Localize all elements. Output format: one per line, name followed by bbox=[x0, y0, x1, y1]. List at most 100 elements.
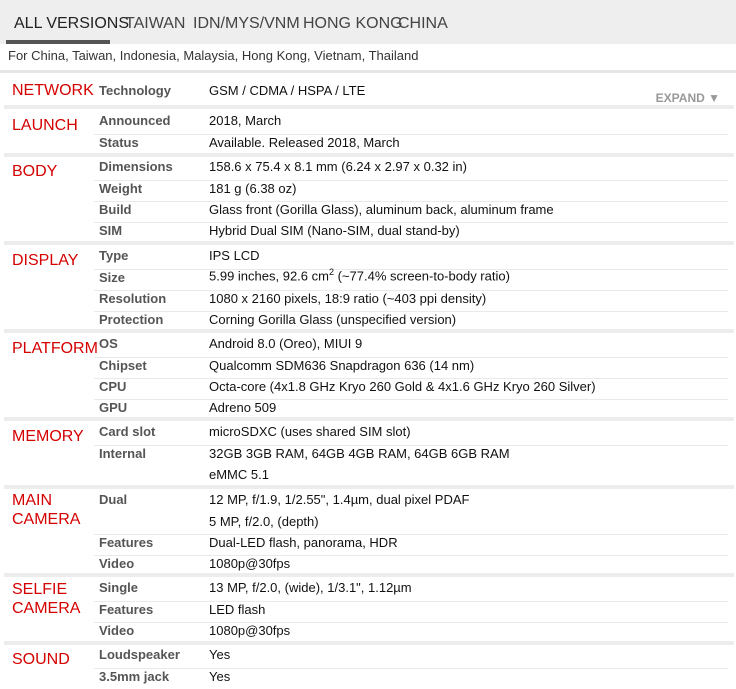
section-main-camera: MAIN CAMERA Dual 12 MP, f/1.9, 1/2.55", 1… bbox=[4, 485, 734, 574]
spec-value: 12 MP, f/1.9, 1/2.55", 1.4µm, dual pixel… bbox=[209, 492, 470, 507]
spec-value: 5.99 inches, 92.6 cm2 (~77.4% screen-to-… bbox=[209, 267, 510, 284]
spec-label: Features bbox=[99, 535, 154, 550]
spec-row: Build Glass front (Gorilla Glass), alumi… bbox=[4, 201, 734, 222]
active-tab-indicator bbox=[6, 40, 110, 44]
spec-label: GPU bbox=[99, 400, 128, 415]
spec-row: Card slot microSDXC (uses shared SIM slo… bbox=[4, 424, 734, 445]
spec-label: Dual bbox=[99, 492, 128, 507]
spec-value: Glass front (Gorilla Glass), aluminum ba… bbox=[209, 202, 554, 217]
spec-value: microSDXC (uses shared SIM slot) bbox=[209, 424, 411, 439]
spec-value: 2018, March bbox=[209, 113, 282, 128]
section-title: NETWORK bbox=[12, 82, 94, 99]
section-sound: SOUND Loudspeaker Yes 3.5mm jack Yes bbox=[4, 641, 734, 689]
section-divider bbox=[4, 241, 734, 245]
spec-value: 1080 x 2160 pixels, 18:9 ratio (~403 ppi… bbox=[209, 291, 487, 306]
spec-label: CPU bbox=[99, 379, 127, 394]
spec-row: Video 1080p@30fps bbox=[4, 622, 734, 643]
expand-button[interactable]: EXPAND ▼ bbox=[656, 91, 720, 105]
row-divider bbox=[94, 534, 728, 535]
spec-row: Dual 12 MP, f/1.9, 1/2.55", 1.4µm, dual … bbox=[4, 492, 734, 513]
section-divider bbox=[4, 105, 734, 109]
spec-value: Qualcomm SDM636 Snapdragon 636 (14 nm) bbox=[209, 358, 475, 373]
spec-row: Status Available. Released 2018, March bbox=[4, 134, 734, 155]
spec-label: Status bbox=[99, 135, 139, 150]
tab-idn-mys-vnm[interactable]: IDN/MYS/VNM bbox=[193, 15, 300, 33]
region-note: For China, Taiwan, Indonesia, Malaysia, … bbox=[8, 48, 419, 63]
spec-value: 1080p@30fps bbox=[209, 556, 291, 571]
row-divider bbox=[94, 134, 728, 135]
spec-value: LED flash bbox=[209, 602, 266, 617]
spec-label: Video bbox=[99, 556, 135, 571]
spec-value: eMMC 5.1 bbox=[209, 467, 269, 482]
section-selfie-camera: SELFIE CAMERA Single 13 MP, f/2.0, (wide)… bbox=[4, 573, 734, 642]
spec-label: Resolution bbox=[99, 291, 167, 306]
version-tab-bar: ALL VERSIONS TAIWAN IDN/MYS/VNM HONG KON… bbox=[0, 0, 736, 44]
tab-hong-kong[interactable]: HONG KONG bbox=[303, 15, 403, 33]
spec-label: Size bbox=[99, 270, 126, 285]
section-divider bbox=[4, 329, 734, 333]
spec-label: Technology bbox=[99, 83, 171, 98]
spec-label: Chipset bbox=[99, 358, 147, 373]
section-network: NETWORK Technology GSM / CDMA / HSPA / L… bbox=[4, 76, 734, 105]
spec-value: 5 MP, f/2.0, (depth) bbox=[209, 514, 319, 529]
spec-label: Loudspeaker bbox=[99, 647, 180, 662]
spec-value: Hybrid Dual SIM (Nano-SIM, dual stand-by… bbox=[209, 223, 460, 238]
spec-label: SIM bbox=[99, 223, 123, 238]
section-launch: LAUNCH Announced 2018, March Status Avai… bbox=[4, 105, 734, 154]
section-divider bbox=[4, 485, 734, 489]
spec-row: Dimensions 158.6 x 75.4 x 8.1 mm (6.24 x… bbox=[4, 159, 734, 180]
spec-row: Chipset Qualcomm SDM636 Snapdragon 636 (… bbox=[4, 357, 734, 378]
spec-value: Octa-core (4x1.8 GHz Kryo 260 Gold & 4x1… bbox=[209, 379, 596, 394]
spec-label: OS bbox=[99, 336, 118, 351]
tab-china[interactable]: CHINA bbox=[398, 15, 448, 33]
row-divider bbox=[94, 668, 728, 669]
spec-row: CPU Octa-core (4x1.8 GHz Kryo 260 Gold &… bbox=[4, 378, 734, 399]
spec-label: Card slot bbox=[99, 424, 156, 439]
spec-value: Yes bbox=[209, 647, 231, 662]
spec-value: 158.6 x 75.4 x 8.1 mm (6.24 x 2.97 x 0.3… bbox=[209, 159, 467, 174]
row-divider bbox=[94, 180, 728, 181]
spec-value: Dual-LED flash, panorama, HDR bbox=[209, 535, 398, 550]
spec-row: eMMC 5.1 bbox=[4, 466, 734, 487]
spec-row: Loudspeaker Yes bbox=[4, 647, 734, 668]
spec-value: 181 g (6.38 oz) bbox=[209, 181, 297, 196]
section-divider bbox=[4, 153, 734, 157]
spec-row: Internal 32GB 3GB RAM, 64GB 4GB RAM, 64G… bbox=[4, 445, 734, 466]
spec-value: Corning Gorilla Glass (unspecified versi… bbox=[209, 312, 457, 327]
spec-row: Resolution 1080 x 2160 pixels, 18:9 rati… bbox=[4, 290, 734, 311]
spec-row: SIM Hybrid Dual SIM (Nano-SIM, dual stan… bbox=[4, 222, 734, 243]
spec-row: 3.5mm jack Yes bbox=[4, 668, 734, 689]
spec-row: Size 5.99 inches, 92.6 cm2 (~77.4% scree… bbox=[4, 267, 734, 290]
spec-value: 32GB 3GB RAM, 64GB 4GB RAM, 64GB 6GB RAM bbox=[209, 446, 510, 461]
spec-value: IPS LCD bbox=[209, 248, 260, 263]
tab-taiwan[interactable]: TAIWAN bbox=[125, 15, 185, 33]
spec-value: Yes bbox=[209, 669, 231, 684]
spec-row: Announced 2018, March bbox=[4, 113, 734, 134]
spec-value: Available. Released 2018, March bbox=[209, 135, 400, 150]
section-display: DISPLAY Type IPS LCD Size 5.99 inches, 9… bbox=[4, 241, 734, 330]
spec-row: 5 MP, f/2.0, (depth) bbox=[4, 513, 734, 534]
spec-label: Dimensions bbox=[99, 159, 173, 174]
spec-label: Build bbox=[99, 202, 132, 217]
spec-label: Weight bbox=[99, 181, 143, 196]
row-divider bbox=[94, 555, 728, 556]
divider bbox=[0, 70, 736, 73]
spec-label: 3.5mm jack bbox=[99, 669, 170, 684]
spec-value: 1080p@30fps bbox=[209, 623, 291, 638]
spec-value: 13 MP, f/2.0, (wide), 1/3.1", 1.12µm bbox=[209, 580, 412, 595]
spec-label: Internal bbox=[99, 446, 146, 461]
spec-label: Features bbox=[99, 602, 154, 617]
tab-all-versions[interactable]: ALL VERSIONS bbox=[14, 15, 129, 33]
row-divider bbox=[94, 399, 728, 400]
section-body: BODY Dimensions 158.6 x 75.4 x 8.1 mm (6… bbox=[4, 153, 734, 241]
spec-value: Adreno 509 bbox=[209, 400, 277, 415]
section-platform: PLATFORM OS Android 8.0 (Oreo), MIUI 9 C… bbox=[4, 329, 734, 418]
row-divider bbox=[94, 622, 728, 623]
spec-row: OS Android 8.0 (Oreo), MIUI 9 bbox=[4, 336, 734, 357]
spec-row: Type IPS LCD bbox=[4, 248, 734, 269]
section-divider bbox=[4, 573, 734, 577]
section-memory: MEMORY Card slot microSDXC (uses shared … bbox=[4, 417, 734, 486]
spec-row: Weight 181 g (6.38 oz) bbox=[4, 180, 734, 201]
spec-label: Announced bbox=[99, 113, 171, 128]
section-divider bbox=[4, 417, 734, 421]
